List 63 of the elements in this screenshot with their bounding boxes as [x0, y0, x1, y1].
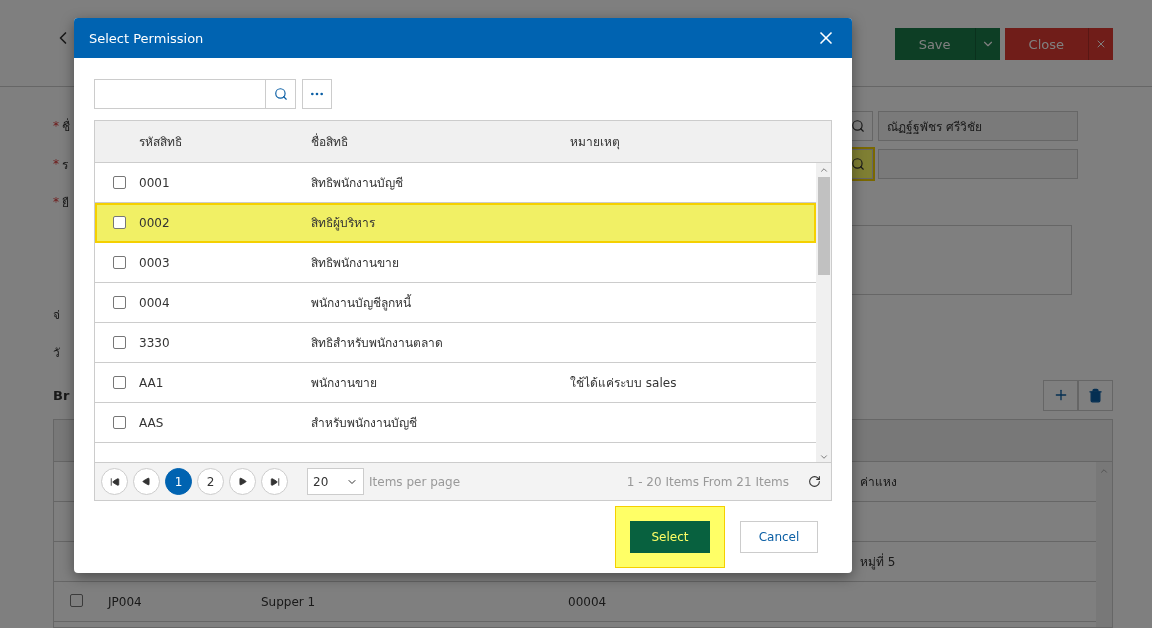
table-row[interactable]: 0004 พนักงานบัญชีลูกหนี้ [95, 283, 816, 323]
checkbox[interactable] [112, 416, 126, 429]
triangle-left-icon [142, 477, 151, 486]
table-cell: 00004 [568, 594, 607, 609]
column-header: ชื่อสิทธิ [311, 132, 349, 151]
form-label: วั [53, 344, 60, 362]
per-page-label: Items per page [369, 474, 461, 489]
delete-button[interactable] [1078, 379, 1113, 411]
search-field[interactable] [94, 79, 296, 109]
trash-icon [1088, 387, 1103, 403]
checkbox[interactable] [112, 176, 126, 189]
checkbox[interactable] [112, 376, 126, 389]
cancel-button[interactable]: Cancel [740, 521, 818, 553]
select-button[interactable]: Select [630, 521, 710, 553]
checkbox[interactable] [112, 216, 126, 229]
arrow-up-icon [1099, 466, 1109, 476]
table-row[interactable]: AAS สำหรับพนักงานบัญชี [95, 403, 816, 443]
form-label: ร [62, 156, 68, 174]
table-row[interactable]: AA1 พนักงานขาย ใช้ได้แค่ระบบ sales [95, 363, 816, 403]
refresh-icon [808, 475, 821, 488]
close-icon [1095, 38, 1107, 50]
last-page-button[interactable] [261, 468, 288, 495]
column-header: หมายเหตุ [570, 134, 621, 151]
form-label: ชื่ [62, 117, 70, 136]
add-button[interactable] [1043, 379, 1078, 411]
form-label: จ่ [53, 306, 60, 324]
form-label: ยื [62, 194, 69, 212]
checkbox[interactable] [112, 336, 126, 349]
items-summary: 1 - 20 Items From 21 Items [626, 474, 789, 489]
arrow-down-icon [818, 452, 829, 462]
search-icon [273, 87, 288, 101]
checkbox[interactable] [70, 593, 83, 607]
table-cell: JP004 [108, 594, 142, 609]
section-title: Br [53, 387, 70, 403]
checkbox[interactable] [112, 296, 126, 309]
table-row[interactable]: 0002 สิทธิผู้บริหาร [95, 203, 816, 243]
table-cell: ค่าแหง [860, 475, 897, 489]
table-cell: หมู่ที่ 5 [860, 555, 896, 569]
table-row[interactable]: 0003 สิทธิพนักงานขาย [95, 243, 816, 283]
lookup-field[interactable] [878, 149, 1078, 179]
required-mark: * [53, 195, 59, 209]
checkbox[interactable] [112, 256, 126, 269]
last-page-icon [269, 476, 280, 487]
page-size-select[interactable]: 20 [307, 468, 364, 495]
triangle-right-icon [238, 477, 247, 486]
scrollbar-thumb[interactable] [817, 177, 830, 275]
search-icon [851, 157, 865, 171]
page-button[interactable]: 2 [197, 468, 224, 495]
first-page-button[interactable] [101, 468, 128, 495]
refresh-button[interactable] [808, 475, 821, 488]
search-icon [851, 119, 865, 133]
page-button[interactable]: 1 [165, 468, 192, 495]
column-header: รหัสสิทธิ [139, 134, 183, 151]
table-row[interactable]: 3330 สิทธิสำหรับพนักงานตลาด [95, 323, 816, 363]
dialog-title: Select Permission [89, 30, 204, 46]
lookup-field[interactable]: ณัฏฐ์ฐพัชร ศรีวิชัย [878, 111, 1078, 141]
arrow-up-icon [818, 165, 829, 175]
table-cell: Supper 1 [261, 594, 316, 609]
required-mark: * [53, 119, 59, 133]
next-page-button[interactable] [229, 468, 256, 495]
previous-page-button[interactable] [133, 468, 160, 495]
required-mark: * [53, 157, 59, 171]
first-page-icon [109, 476, 120, 487]
